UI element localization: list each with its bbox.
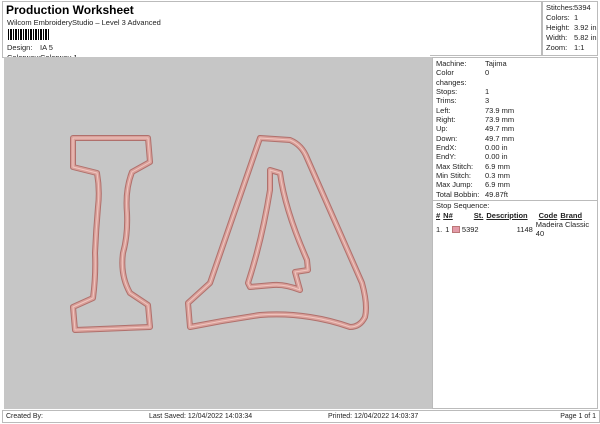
- created-by: Created By:: [6, 411, 43, 422]
- column-header: Description: [486, 211, 527, 220]
- detail-row: Max Jump:6.9 mm: [436, 180, 594, 189]
- detail-row: Stops:1: [436, 87, 594, 96]
- detail-label: Right:: [436, 115, 485, 124]
- detail-label: Up:: [436, 124, 485, 133]
- detail-label: Down:: [436, 134, 485, 143]
- software-name: Wilcom EmbroideryStudio – Level 3 Advanc…: [7, 18, 161, 27]
- detail-row: Color changes:0: [436, 68, 594, 87]
- stitch-count: 5392: [462, 225, 517, 234]
- header-spacer: [430, 1, 542, 56]
- thread-brand: Madeira Classic 40: [536, 220, 594, 239]
- stat-label: Colors:: [546, 13, 574, 23]
- detail-label: Machine:: [436, 59, 485, 68]
- stop-sequence-header: #N# St.Description CodeBrand: [436, 211, 594, 220]
- stat-label: Width:: [546, 33, 574, 43]
- detail-label: Total Bobbin:: [436, 190, 485, 199]
- detail-value: 49.7 mm: [485, 134, 514, 143]
- detail-value: 3: [485, 96, 489, 105]
- detail-label: EndX:: [436, 143, 485, 152]
- stat-value: 5394: [574, 3, 591, 13]
- detail-row: Left:73.9 mm: [436, 106, 594, 115]
- detail-label: Trims:: [436, 96, 485, 105]
- detail-row: Up:49.7 mm: [436, 124, 594, 133]
- last-saved: Last Saved: 12/04/2022 14:03:34: [149, 411, 252, 422]
- letter-delta-inner: [248, 170, 308, 290]
- column-header: Brand: [560, 211, 582, 220]
- row-number: 1.: [436, 225, 442, 234]
- page-number: Page 1 of 1: [560, 411, 596, 422]
- detail-row: Max Stitch:6.9 mm: [436, 162, 594, 171]
- detail-value: 49.7 mm: [485, 124, 514, 133]
- detail-label: Min Stitch:: [436, 171, 485, 180]
- detail-value: 1: [485, 87, 489, 96]
- detail-row: Machine:Tajima: [436, 59, 594, 68]
- column-header: N#: [443, 211, 453, 220]
- column-header: #: [436, 211, 440, 220]
- summary-stats: Stitches:5394 Colors:1 Height:3.92 in Wi…: [542, 1, 598, 56]
- detail-label: Stops:: [436, 87, 485, 96]
- detail-value: 0.00 in: [485, 152, 508, 161]
- detail-value: 73.9 mm: [485, 106, 514, 115]
- detail-label: EndY:: [436, 152, 485, 161]
- stat-value: 1:1: [574, 43, 584, 53]
- detail-row: EndY:0.00 in: [436, 152, 594, 161]
- stat-label: Zoom:: [546, 43, 574, 53]
- stat-value: 3.92 in: [574, 23, 597, 33]
- detail-row: EndX:0.00 in: [436, 143, 594, 152]
- detail-value: Tajima: [485, 59, 507, 68]
- design-label: Design:: [7, 43, 40, 53]
- detail-row: Total Bobbin:49.87ft: [436, 190, 594, 199]
- color-swatch: [452, 226, 459, 233]
- detail-value: 6.9 mm: [485, 162, 510, 171]
- design-preview: [4, 57, 432, 409]
- detail-value: 0.00 in: [485, 143, 508, 152]
- page-title: Production Worksheet: [6, 3, 134, 17]
- detail-value: 6.9 mm: [485, 180, 510, 189]
- needle-number: 1: [445, 225, 449, 234]
- embroidery-design: [4, 57, 432, 409]
- details-panel: Machine:TajimaColor changes:0Stops:1Trim…: [432, 57, 598, 409]
- detail-row: Down:49.7 mm: [436, 134, 594, 143]
- table-row: 1.1 53921148Madeira Classic 40: [436, 220, 594, 239]
- detail-label: Max Stitch:: [436, 162, 485, 171]
- column-header: Code: [539, 211, 558, 220]
- detail-label: Color changes:: [436, 68, 485, 87]
- detail-value: 0: [485, 68, 489, 87]
- worksheet-header: Production Worksheet Wilcom EmbroiderySt…: [2, 1, 431, 58]
- detail-label: Left:: [436, 106, 485, 115]
- stat-value: 5.82 in: [574, 33, 597, 43]
- stat-value: 1: [574, 13, 578, 23]
- thread-code: 1148: [517, 225, 533, 234]
- detail-value: 49.87ft: [485, 190, 508, 199]
- detail-row: Trims:3: [436, 96, 594, 105]
- design-value: IA 5: [40, 43, 53, 53]
- stat-label: Height:: [546, 23, 574, 33]
- stat-label: Stitches:: [546, 3, 574, 13]
- printed: Printed: 12/04/2022 14:03:37: [328, 411, 418, 422]
- column-header: St.: [474, 211, 484, 220]
- detail-row: Min Stitch:0.3 mm: [436, 171, 594, 180]
- detail-label: Max Jump:: [436, 180, 485, 189]
- outline-highlight: [188, 138, 366, 327]
- footer: Created By: Last Saved: 12/04/2022 14:03…: [2, 410, 600, 423]
- barcode: [8, 29, 50, 40]
- detail-value: 0.3 mm: [485, 171, 510, 180]
- detail-row: Right:73.9 mm: [436, 115, 594, 124]
- stop-sequence-title: Stop Sequence:: [433, 200, 597, 210]
- detail-value: 73.9 mm: [485, 115, 514, 124]
